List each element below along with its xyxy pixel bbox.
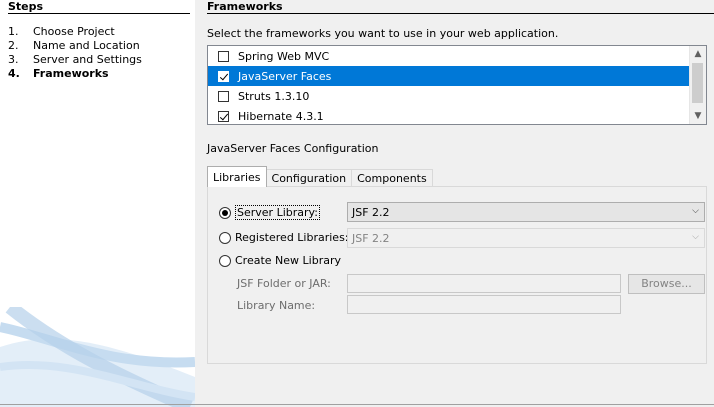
framework-checkbox[interactable] <box>218 110 229 122</box>
step-item: 1. Choose Project <box>8 25 115 38</box>
framework-checkbox[interactable] <box>218 90 229 102</box>
config-tabs: Libraries Configuration Components <box>207 166 433 187</box>
tab-libraries[interactable]: Libraries <box>207 166 267 187</box>
server-library-select[interactable]: JSF 2.2 ⌵ <box>347 202 705 222</box>
config-section-label: JavaServer Faces Configuration <box>207 142 379 155</box>
decorative-wave-graphic <box>0 307 195 407</box>
tab-components[interactable]: Components <box>351 169 433 187</box>
steps-title: Steps <box>8 0 44 13</box>
framework-item-hibernate[interactable]: Hibernate 4.3.1 <box>208 106 691 124</box>
libraries-tab-panel: Server Library: JSF 2.2 ⌵ Registered Lib… <box>207 186 707 364</box>
create-new-library-radio[interactable] <box>219 254 231 267</box>
title-divider <box>207 13 714 14</box>
bottom-divider <box>0 404 714 405</box>
registered-libraries-radio[interactable] <box>219 231 231 244</box>
page-title: Frameworks <box>207 0 283 13</box>
framework-item-struts[interactable]: Struts 1.3.10 <box>208 86 691 106</box>
framework-item-javaserver-faces[interactable]: JavaServer Faces <box>208 66 691 86</box>
library-name-input[interactable] <box>347 295 621 314</box>
scroll-up-icon[interactable]: ▲ <box>690 46 706 62</box>
library-name-label: Library Name: <box>237 299 316 312</box>
steps-divider <box>8 13 190 14</box>
server-library-label: Server Library: <box>235 205 320 220</box>
frameworks-list[interactable]: Spring Web MVC JavaServer Faces Struts 1… <box>207 45 707 125</box>
registered-libraries-select[interactable]: JSF 2.2 ⌵ <box>347 228 705 248</box>
instruction-text: Select the frameworks you want to use in… <box>207 27 559 40</box>
server-library-option[interactable]: Server Library: <box>219 205 320 220</box>
create-new-library-option[interactable]: Create New Library <box>219 254 341 267</box>
frameworks-scrollbar[interactable]: ▲ ▼ <box>689 46 706 124</box>
registered-libraries-option[interactable]: Registered Libraries: <box>219 231 349 244</box>
tab-configuration[interactable]: Configuration <box>265 169 353 187</box>
scroll-down-icon[interactable]: ▼ <box>690 108 706 124</box>
step-item-current: 4. Frameworks <box>8 67 109 80</box>
browse-button[interactable]: Browse... <box>628 274 705 294</box>
steps-panel: Steps 1. Choose Project 2. Name and Loca… <box>0 0 195 407</box>
jsf-folder-label: JSF Folder or JAR: <box>237 277 331 290</box>
scroll-thumb[interactable] <box>692 63 703 103</box>
server-library-radio[interactable] <box>219 206 231 219</box>
jsf-folder-input[interactable] <box>347 274 621 293</box>
steps-list: 1. Choose Project 2. Name and Location 3… <box>8 25 142 81</box>
frameworks-panel: Frameworks Select the frameworks you wan… <box>207 0 714 407</box>
chevron-down-icon: ⌵ <box>692 206 699 216</box>
framework-item-spring-web-mvc[interactable]: Spring Web MVC <box>208 46 691 66</box>
framework-checkbox[interactable] <box>218 70 229 82</box>
create-new-library-label: Create New Library <box>235 254 341 267</box>
framework-checkbox[interactable] <box>218 50 229 62</box>
registered-libraries-label: Registered Libraries: <box>235 231 349 244</box>
step-item: 3. Server and Settings <box>8 53 142 66</box>
step-item: 2. Name and Location <box>8 39 140 52</box>
chevron-down-icon: ⌵ <box>692 232 699 242</box>
